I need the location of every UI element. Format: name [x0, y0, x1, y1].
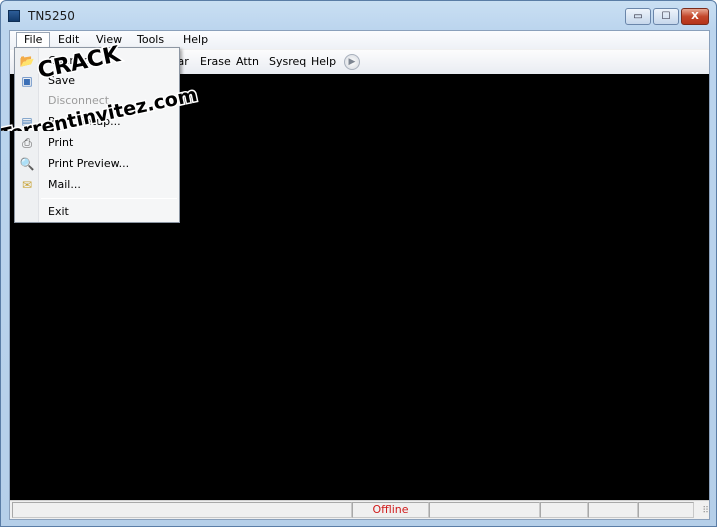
folder-open-icon: 📂	[19, 54, 35, 68]
menu-item-label: Print	[48, 136, 74, 149]
window-title: TN5250	[28, 9, 75, 23]
menu-item-label: Connect	[48, 54, 94, 67]
maximize-button[interactable]: ☐	[653, 8, 679, 25]
toolbar-erase-button[interactable]: Erase	[200, 54, 231, 70]
status-bar: Offline ⠿	[10, 500, 709, 519]
resize-grip-icon[interactable]: ⠿	[697, 506, 709, 517]
printer-icon: ⎙	[22, 136, 32, 150]
menu-separator	[41, 198, 177, 199]
status-panel-4	[588, 502, 638, 518]
status-panel-5	[638, 502, 694, 518]
toolbar-overflow-arrow-icon[interactable]: ▶	[344, 54, 360, 70]
mail-icon: ✉	[21, 178, 33, 192]
menu-item-label: Disconnect	[48, 94, 110, 107]
menu-view[interactable]: View	[89, 32, 129, 48]
toolbar-sysreq-button[interactable]: Sysreq	[269, 54, 306, 70]
close-button[interactable]: X	[681, 8, 709, 25]
print-preview-icon: 🔍	[19, 157, 35, 171]
disk-icon: ▣	[21, 74, 33, 88]
file-dropdown-menu: 📂 Connect ▣ Save Disconnect ▤ Page Setup…	[14, 47, 180, 223]
file-menu-page-setup[interactable]: ▤ Page Setup...	[15, 112, 179, 132]
app-window: TN5250 ▭ ☐ X File Edit View Tools Help C…	[0, 0, 717, 527]
file-menu-mail[interactable]: ✉ Mail...	[15, 175, 179, 195]
app-icon	[8, 10, 20, 22]
menu-tools[interactable]: Tools	[130, 32, 171, 48]
page-setup-icon: ▤	[21, 115, 33, 129]
menu-item-label: Mail...	[48, 178, 81, 191]
file-menu-connect[interactable]: 📂 Connect	[15, 51, 179, 71]
menu-item-label: Page Setup...	[48, 115, 121, 128]
toolbar-attn-button[interactable]: Attn	[236, 54, 259, 70]
status-panel-2	[429, 502, 540, 518]
menu-item-label: Save	[48, 74, 76, 87]
file-menu-print-preview[interactable]: 🔍 Print Preview...	[15, 154, 179, 174]
menu-file[interactable]: File	[16, 32, 51, 48]
title-bar[interactable]: TN5250 ▭ ☐ X	[1, 1, 716, 31]
menu-item-label: Exit	[48, 205, 69, 218]
status-connection: Offline	[352, 502, 429, 518]
toolbar-help-button[interactable]: Help	[311, 54, 336, 70]
status-panel-message	[12, 502, 352, 518]
minimize-button[interactable]: ▭	[625, 8, 651, 25]
menu-edit[interactable]: Edit	[51, 32, 86, 48]
menu-help[interactable]: Help	[176, 32, 215, 48]
file-menu-print[interactable]: ⎙ Print	[15, 133, 179, 153]
file-menu-save[interactable]: ▣ Save	[15, 71, 179, 91]
file-menu-disconnect: Disconnect	[15, 91, 179, 111]
status-panel-3	[540, 502, 588, 518]
menu-item-label: Print Preview...	[48, 157, 130, 170]
file-menu-exit[interactable]: Exit	[15, 202, 179, 222]
